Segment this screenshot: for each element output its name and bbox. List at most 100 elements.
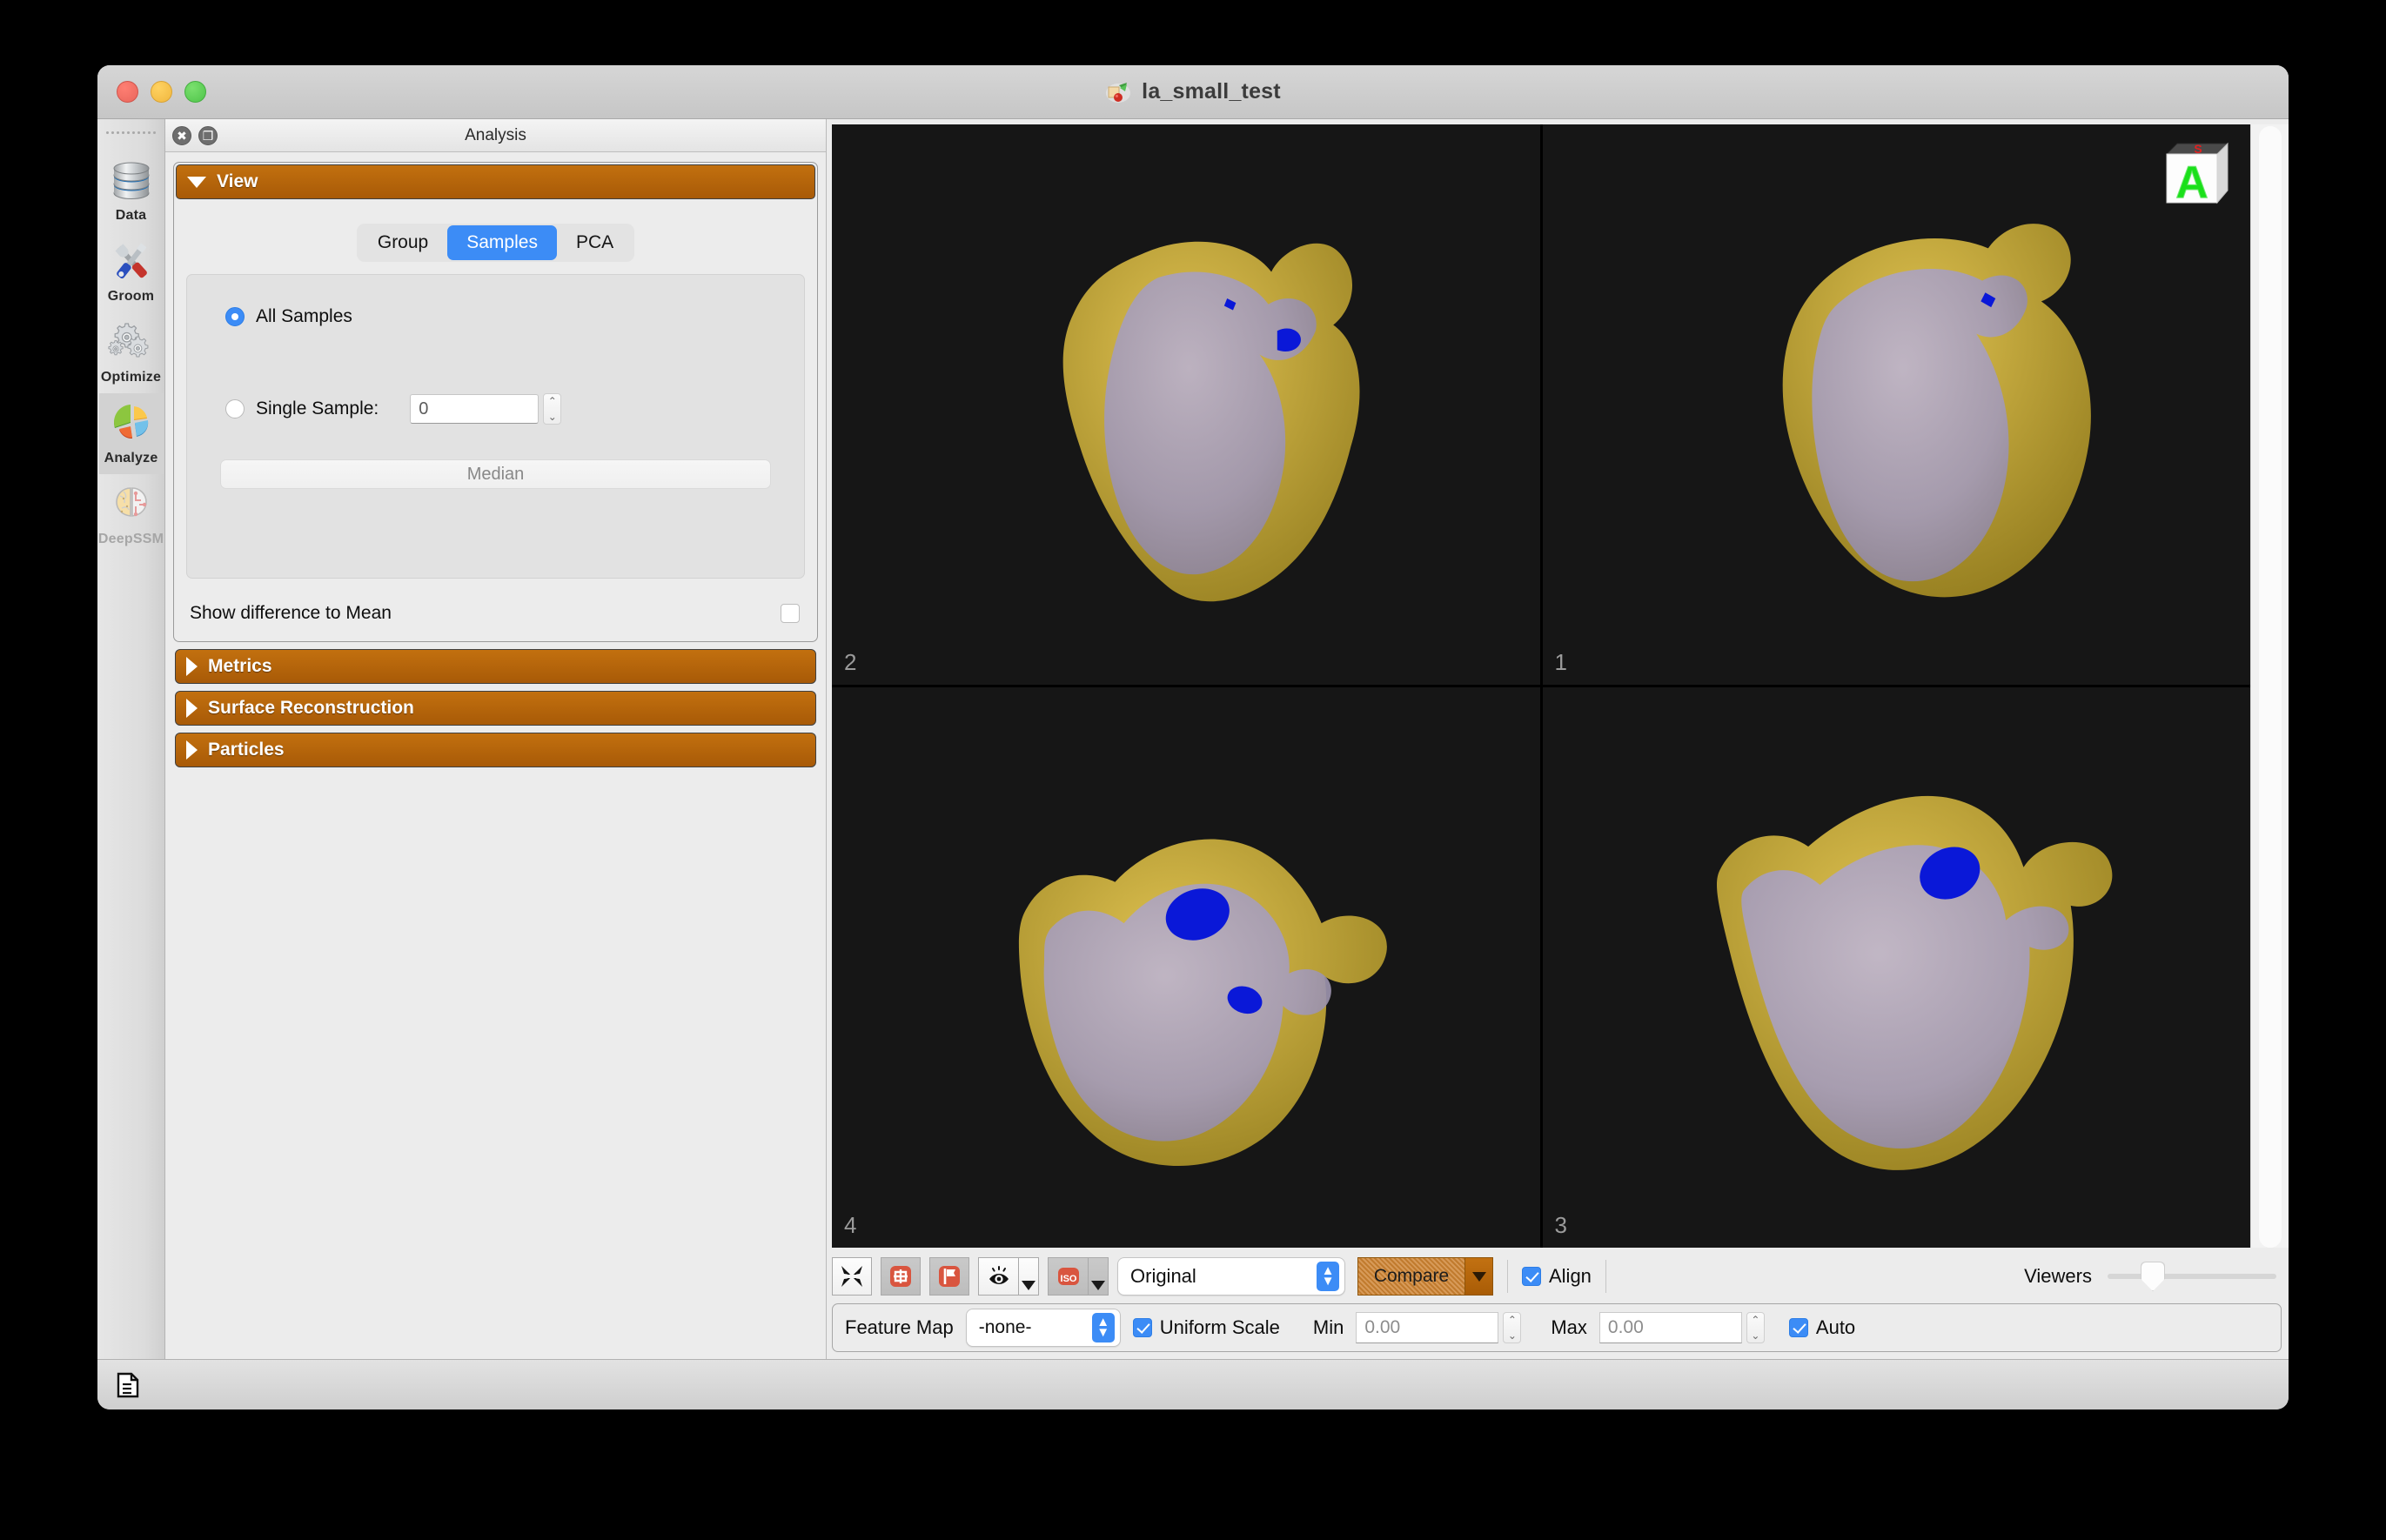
flag-icon (939, 1266, 960, 1287)
single-sample-stepper[interactable]: ⌃ ⌄ (543, 393, 562, 425)
rail-item-optimize[interactable]: Optimize (99, 312, 164, 393)
stepper-up-icon[interactable]: ⌃ (1751, 1315, 1759, 1325)
feature-map-select[interactable]: -none- ▲ ▼ (965, 1309, 1121, 1347)
max-label: Max (1551, 1316, 1587, 1338)
zoom-button[interactable] (184, 81, 206, 103)
stepper-down-icon[interactable]: ⌄ (548, 412, 557, 422)
eye-icon (989, 1266, 1009, 1284)
auto-checkbox[interactable] (1788, 1318, 1808, 1337)
tools-icon (108, 238, 155, 285)
single-sample-row[interactable]: Single Sample: 0 ⌃ ⌄ (225, 393, 781, 425)
max-stepper[interactable]: ⌃ ⌄ (1746, 1312, 1765, 1343)
section-surface-title: Surface Reconstruction (208, 698, 414, 719)
align-checkbox-row[interactable]: Align (1522, 1265, 1592, 1288)
align-label: Align (1549, 1265, 1592, 1287)
autoview-button[interactable] (832, 1257, 872, 1296)
log-document-icon[interactable] (117, 1372, 139, 1398)
glyphs-icon (890, 1266, 911, 1287)
single-sample-radio[interactable] (225, 399, 245, 419)
left-atrium-mesh (1716, 795, 2112, 1170)
window-body: Data Groom Optimize Analyze DeepSSM ✖ ❐ … (97, 119, 2289, 1359)
stepper-down-icon[interactable]: ⌄ (1508, 1330, 1517, 1341)
window-title: la_small_test (1142, 79, 1281, 104)
minimize-button[interactable] (151, 81, 172, 103)
section-particles-title: Particles (208, 740, 285, 760)
viewer-toolbars: ISO Original ▲ ▼ Compare Align Viewers F… (827, 1248, 2289, 1359)
visibility-dropdown[interactable] (1018, 1257, 1039, 1296)
orientation-cube[interactable]: A S (2153, 137, 2236, 211)
rail-item-label: DeepSSM (97, 532, 164, 546)
close-button[interactable] (117, 81, 138, 103)
align-checkbox[interactable] (1522, 1267, 1541, 1286)
show-difference-label: Show difference to Mean (190, 603, 392, 624)
uniform-scale-checkbox[interactable] (1132, 1318, 1152, 1337)
display-mode-select[interactable]: Original ▲ ▼ (1117, 1257, 1345, 1296)
rail-item-data[interactable]: Data (99, 151, 164, 231)
section-surface-header[interactable]: Surface Reconstruction (175, 691, 816, 726)
tab-pca[interactable]: PCA (557, 225, 633, 260)
visibility-button[interactable] (978, 1257, 1018, 1296)
svg-text:S: S (2194, 142, 2202, 156)
chevron-down-icon (1091, 1281, 1105, 1290)
scrollbar-thumb[interactable] (2258, 126, 2282, 1248)
tab-group[interactable]: Group (359, 225, 447, 260)
section-view-header[interactable]: View (176, 164, 815, 199)
rail-item-deepssm[interactable]: DeepSSM (97, 474, 164, 555)
viewport-scrollbar[interactable] (2250, 124, 2289, 1248)
max-input[interactable]: 0.00 (1598, 1312, 1742, 1343)
dock-header: ✖ ❐ Analysis (165, 119, 826, 152)
compare-button[interactable]: Compare (1357, 1257, 1465, 1296)
close-icon[interactable]: ✖ (172, 125, 191, 145)
viewer-toolbar: ISO Original ▲ ▼ Compare Align Viewers (832, 1253, 2282, 1300)
rail-item-groom[interactable]: Groom (99, 231, 164, 312)
iso-icon: ISO (1057, 1268, 1079, 1285)
viewer-cell-number: 1 (1554, 649, 1567, 675)
iso-dropdown[interactable] (1088, 1257, 1109, 1296)
section-metrics-title: Metrics (208, 656, 272, 677)
show-glyphs-button[interactable] (881, 1257, 921, 1296)
section-particles-header[interactable]: Particles (175, 733, 816, 768)
viewer-column: 2 1 A S 4 3 ISO Original ▲ ▼ Compare Ali… (827, 119, 2289, 1359)
display-mode-value: Original (1130, 1265, 1196, 1287)
iso-button[interactable]: ISO (1048, 1257, 1088, 1296)
dock-content: View Group Samples PCA All Samples Singl… (165, 152, 826, 1359)
stepper-down-icon[interactable]: ⌄ (1751, 1330, 1759, 1341)
stepper-up-icon[interactable]: ⌃ (548, 396, 557, 406)
section-view: View Group Samples PCA All Samples Singl… (173, 162, 818, 643)
min-input[interactable]: 0.00 (1356, 1312, 1499, 1343)
single-sample-input[interactable]: 0 (410, 394, 540, 425)
show-difference-row: Show difference to Mean (190, 603, 800, 624)
application-window: la_small_test Data Groom Optimize Analyz… (97, 65, 2289, 1409)
viewer-cell[interactable]: 2 (832, 124, 1540, 685)
auto-checkbox-row[interactable]: Auto (1788, 1316, 1856, 1339)
tab-samples[interactable]: Samples (447, 225, 557, 261)
min-stepper[interactable]: ⌃ ⌄ (1503, 1312, 1522, 1343)
all-samples-row[interactable]: All Samples (225, 306, 781, 327)
float-icon[interactable]: ❐ (198, 125, 218, 145)
samples-panel: All Samples Single Sample: 0 ⌃ ⌄ Median (186, 274, 805, 579)
median-button[interactable]: Median (220, 459, 771, 490)
render-viewport[interactable]: 2 1 A S 4 3 (832, 124, 2250, 1248)
show-difference-checkbox[interactable] (781, 604, 800, 624)
stepper-up-icon[interactable]: ⌃ (1508, 1315, 1517, 1325)
brain-icon (108, 480, 155, 527)
viewer-cell[interactable]: 3 (1542, 687, 2250, 1248)
left-atrium-mesh (1062, 241, 1360, 602)
viewers-slider[interactable] (2108, 1257, 2276, 1296)
viewer-cell[interactable]: 4 (832, 687, 1540, 1248)
show-surface-button[interactable] (929, 1257, 969, 1296)
rail-item-analyze[interactable]: Analyze (98, 393, 164, 474)
viewer-cell[interactable]: 1 A S (1542, 124, 2250, 685)
section-metrics-header[interactable]: Metrics (175, 649, 816, 685)
auto-label: Auto (1815, 1316, 1856, 1338)
chevron-updown-icon: ▲ ▼ (1091, 1313, 1115, 1342)
compare-dropdown[interactable] (1465, 1257, 1493, 1296)
uniform-scale-row[interactable]: Uniform Scale (1132, 1316, 1280, 1339)
view-tabs: Group Samples PCA (186, 215, 805, 263)
slider-knob[interactable] (2141, 1262, 2165, 1291)
rail-item-label: Analyze (104, 451, 158, 465)
chevron-down-icon (1022, 1281, 1035, 1290)
chevron-right-icon (186, 699, 198, 719)
all-samples-radio[interactable] (225, 307, 245, 327)
rail-grip[interactable] (105, 131, 157, 142)
